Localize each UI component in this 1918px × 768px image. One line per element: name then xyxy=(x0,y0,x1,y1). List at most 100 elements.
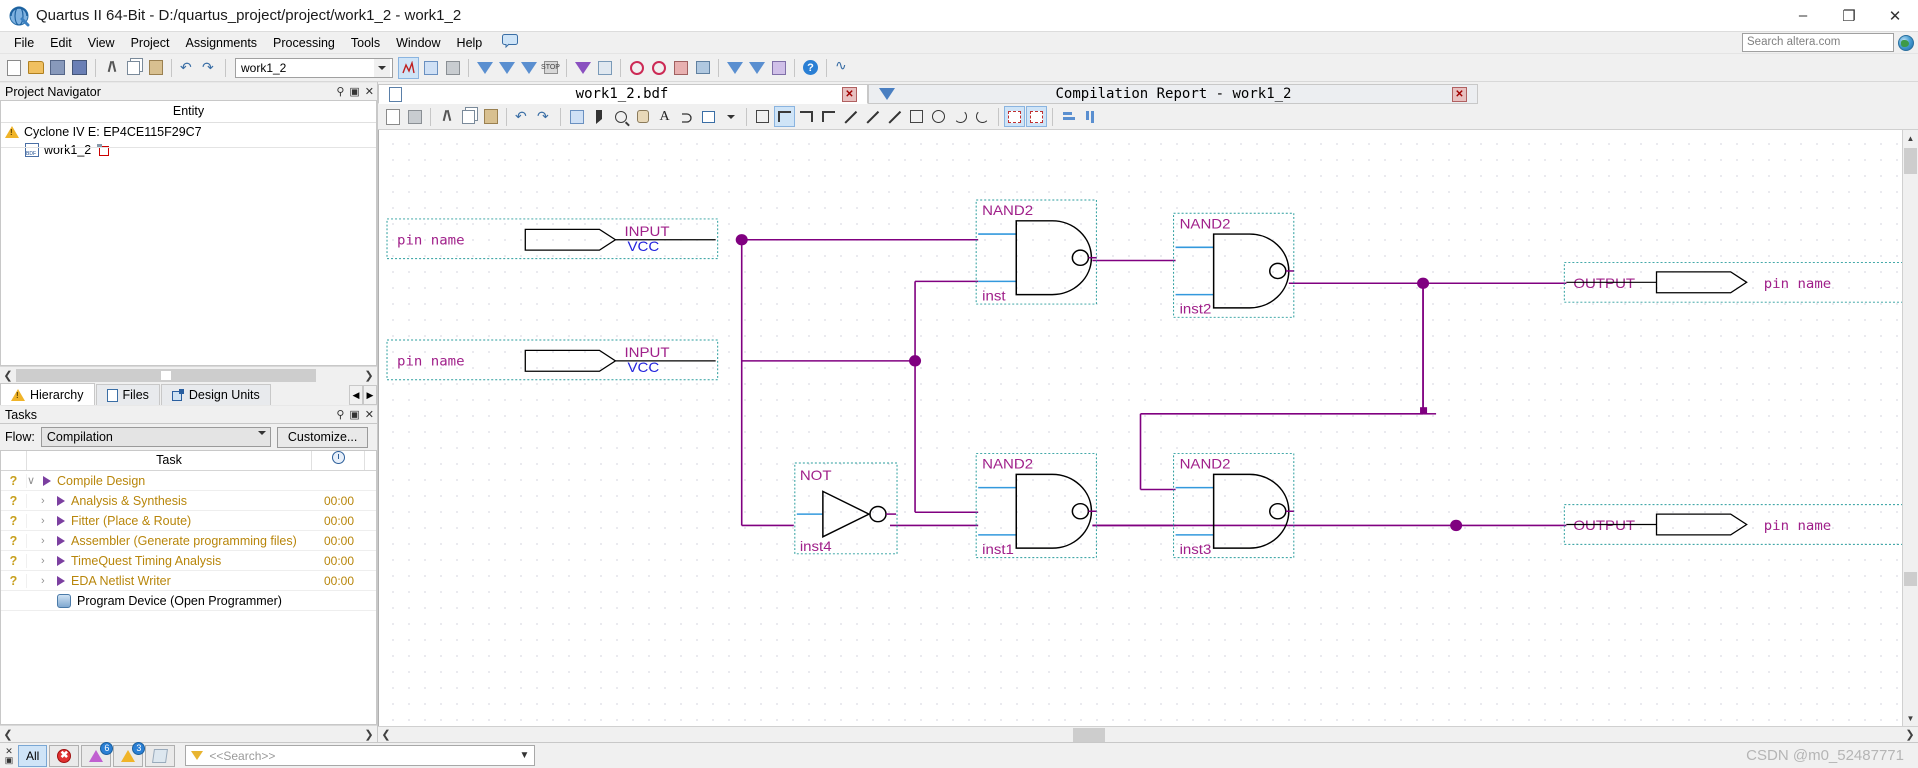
gate-not-inst4[interactable]: NOT inst4 xyxy=(794,462,898,555)
net-junction-4[interactable] xyxy=(1450,519,1463,532)
vscroll-thumb-secondary[interactable] xyxy=(1904,572,1917,586)
menu-assignments[interactable]: Assignments xyxy=(177,34,265,52)
maximize-button[interactable]: ❐ xyxy=(1826,0,1872,32)
close-icon[interactable]: ✕ xyxy=(1452,86,1467,102)
cut-icon[interactable] xyxy=(436,106,457,127)
tree-row-device[interactable]: Cyclone IV E: EP4CE115F29C7 xyxy=(1,123,376,141)
tab-scroll-right-icon[interactable]: ▶ xyxy=(363,385,377,405)
task-row-assembler[interactable]: ? › Assembler (Generate programming file… xyxy=(1,531,376,551)
save-all-icon[interactable] xyxy=(69,57,90,79)
vscroll-up-icon[interactable]: ▲ xyxy=(1903,130,1918,146)
tab-scroll-left-icon[interactable]: ◀ xyxy=(349,385,363,405)
orthogonal-bus-tool-icon[interactable] xyxy=(796,106,817,127)
menu-tools[interactable]: Tools xyxy=(343,34,388,52)
new-file-icon[interactable] xyxy=(3,57,24,79)
message-filter-info[interactable] xyxy=(145,744,176,767)
run-task-icon[interactable] xyxy=(57,495,65,506)
expander-icon[interactable]: › xyxy=(41,495,51,507)
hscroll-right-icon[interactable]: ❯ xyxy=(1902,728,1918,741)
diagonal-conduit-tool-icon[interactable] xyxy=(884,106,905,127)
undo-icon[interactable]: ↶ xyxy=(512,106,533,127)
tab-design-units[interactable]: Design Units xyxy=(160,384,271,405)
run-task-icon[interactable] xyxy=(57,575,65,586)
gate-nand2-inst1[interactable]: NAND2 inst1 xyxy=(975,453,1097,559)
timequest-icon[interactable] xyxy=(648,57,669,79)
paste-icon[interactable] xyxy=(480,106,501,127)
arc-tool-icon[interactable] xyxy=(950,106,971,127)
text-tool-icon[interactable]: A xyxy=(654,106,675,127)
run-task-icon[interactable] xyxy=(57,515,65,526)
close-icon[interactable]: ✕ xyxy=(842,86,857,102)
start-compilation-icon[interactable] xyxy=(496,57,517,79)
hscroll-right-icon[interactable]: ❯ xyxy=(361,369,377,382)
orthogonal-node-tool-icon[interactable] xyxy=(774,106,795,127)
task-row-eda-netlist-writer[interactable]: ? › EDA Netlist Writer 00:00 xyxy=(1,571,376,591)
hscroll-left-icon[interactable]: ❮ xyxy=(378,728,394,741)
orthogonal-conduit-tool-icon[interactable] xyxy=(818,106,839,127)
hscroll-right-icon[interactable]: ❯ xyxy=(361,728,377,741)
menu-file[interactable]: File xyxy=(6,34,42,52)
task-row-timequest[interactable]: ? › TimeQuest Timing Analysis 00:00 xyxy=(1,551,376,571)
menu-help[interactable]: Help xyxy=(449,34,491,52)
tab-hierarchy[interactable]: Hierarchy xyxy=(0,383,95,405)
task-row-compile-design[interactable]: ? ∨ Compile Design xyxy=(1,471,376,491)
hscroll-track[interactable] xyxy=(16,368,361,382)
run-task-icon[interactable] xyxy=(43,475,51,486)
menu-window[interactable]: Window xyxy=(388,34,448,52)
tree-row-entity[interactable]: work1_2 xyxy=(1,141,376,159)
hscroll-left-icon[interactable]: ❮ xyxy=(0,369,16,382)
rtl-viewer-icon[interactable] xyxy=(594,57,615,79)
menu-edit[interactable]: Edit xyxy=(42,34,80,52)
input-pin-1[interactable]: pin name INPUT VCC xyxy=(386,218,719,260)
customize-button[interactable]: Customize... xyxy=(276,426,369,448)
selection-tool-icon[interactable] xyxy=(588,106,609,127)
copy-icon[interactable] xyxy=(458,106,479,127)
menu-processing[interactable]: Processing xyxy=(265,34,343,52)
expander-icon[interactable]: ∨ xyxy=(27,474,37,487)
flip-horizontal-icon[interactable] xyxy=(1004,106,1025,127)
chevron-down-icon[interactable]: ▼ xyxy=(519,750,529,761)
flip-vertical-icon[interactable] xyxy=(1026,106,1047,127)
message-filter-all[interactable]: All xyxy=(18,744,48,767)
net-wires-detail[interactable] xyxy=(978,261,1423,284)
align-top-icon[interactable] xyxy=(1080,106,1101,127)
task-row-fitter[interactable]: ? › Fitter (Place & Route) 00:00 xyxy=(1,511,376,531)
hscroll-thumb[interactable] xyxy=(16,368,316,382)
float-icon[interactable]: ▣ xyxy=(349,85,359,98)
chip-planner-icon[interactable] xyxy=(692,57,713,79)
expander-icon[interactable]: › xyxy=(41,555,51,567)
canvas-horizontal-scrollbar[interactable]: ❮ ❯ xyxy=(378,726,1918,742)
run-task-icon[interactable] xyxy=(57,555,65,566)
message-filter-error[interactable]: ✖ xyxy=(49,744,80,767)
close-button[interactable]: ✕ xyxy=(1872,0,1918,32)
project-navigator-hscrollbar[interactable]: ❮ ❯ xyxy=(0,366,377,383)
net-junction-2[interactable] xyxy=(909,355,922,367)
close-icon[interactable]: ✕ xyxy=(365,408,374,421)
menu-view[interactable]: View xyxy=(80,34,123,52)
stop-compilation-icon[interactable]: STOP xyxy=(540,57,561,79)
open-file-icon[interactable] xyxy=(25,57,46,79)
input-pin-2[interactable]: pin name INPUT VCC xyxy=(386,339,719,381)
save-icon[interactable] xyxy=(47,57,68,79)
doc-tab-compilation-report[interactable]: Compilation Report - work1_2 ✕ xyxy=(868,84,1478,104)
redo-icon[interactable]: ↷ xyxy=(534,106,555,127)
expander-icon[interactable]: › xyxy=(41,515,51,527)
copy-icon[interactable] xyxy=(123,57,144,79)
diagonal-bus-tool-icon[interactable] xyxy=(862,106,883,127)
close-icon[interactable]: ✕ xyxy=(365,85,374,98)
help-bubble-icon[interactable] xyxy=(490,32,526,53)
float-icon[interactable]: ▣ xyxy=(349,408,359,421)
tasks-hscrollbar[interactable]: ❮ ❯ xyxy=(0,725,377,742)
hscroll-track[interactable] xyxy=(394,727,1902,742)
menu-project[interactable]: Project xyxy=(123,34,178,52)
block-dropdown-icon[interactable] xyxy=(720,106,741,127)
output-pin-2[interactable]: OUTPUT pin name xyxy=(1563,504,1902,545)
message-filter-critical-warning[interactable]: 6 xyxy=(81,741,114,767)
hscroll-track[interactable] xyxy=(16,727,361,741)
net-junction-1[interactable] xyxy=(735,234,748,246)
cut-icon[interactable] xyxy=(101,57,122,79)
paste-icon[interactable] xyxy=(145,57,166,79)
oval-tool-icon[interactable] xyxy=(928,106,949,127)
undo-icon[interactable]: ↶ xyxy=(177,57,198,79)
pin-icon[interactable]: ⚲ xyxy=(336,408,344,421)
